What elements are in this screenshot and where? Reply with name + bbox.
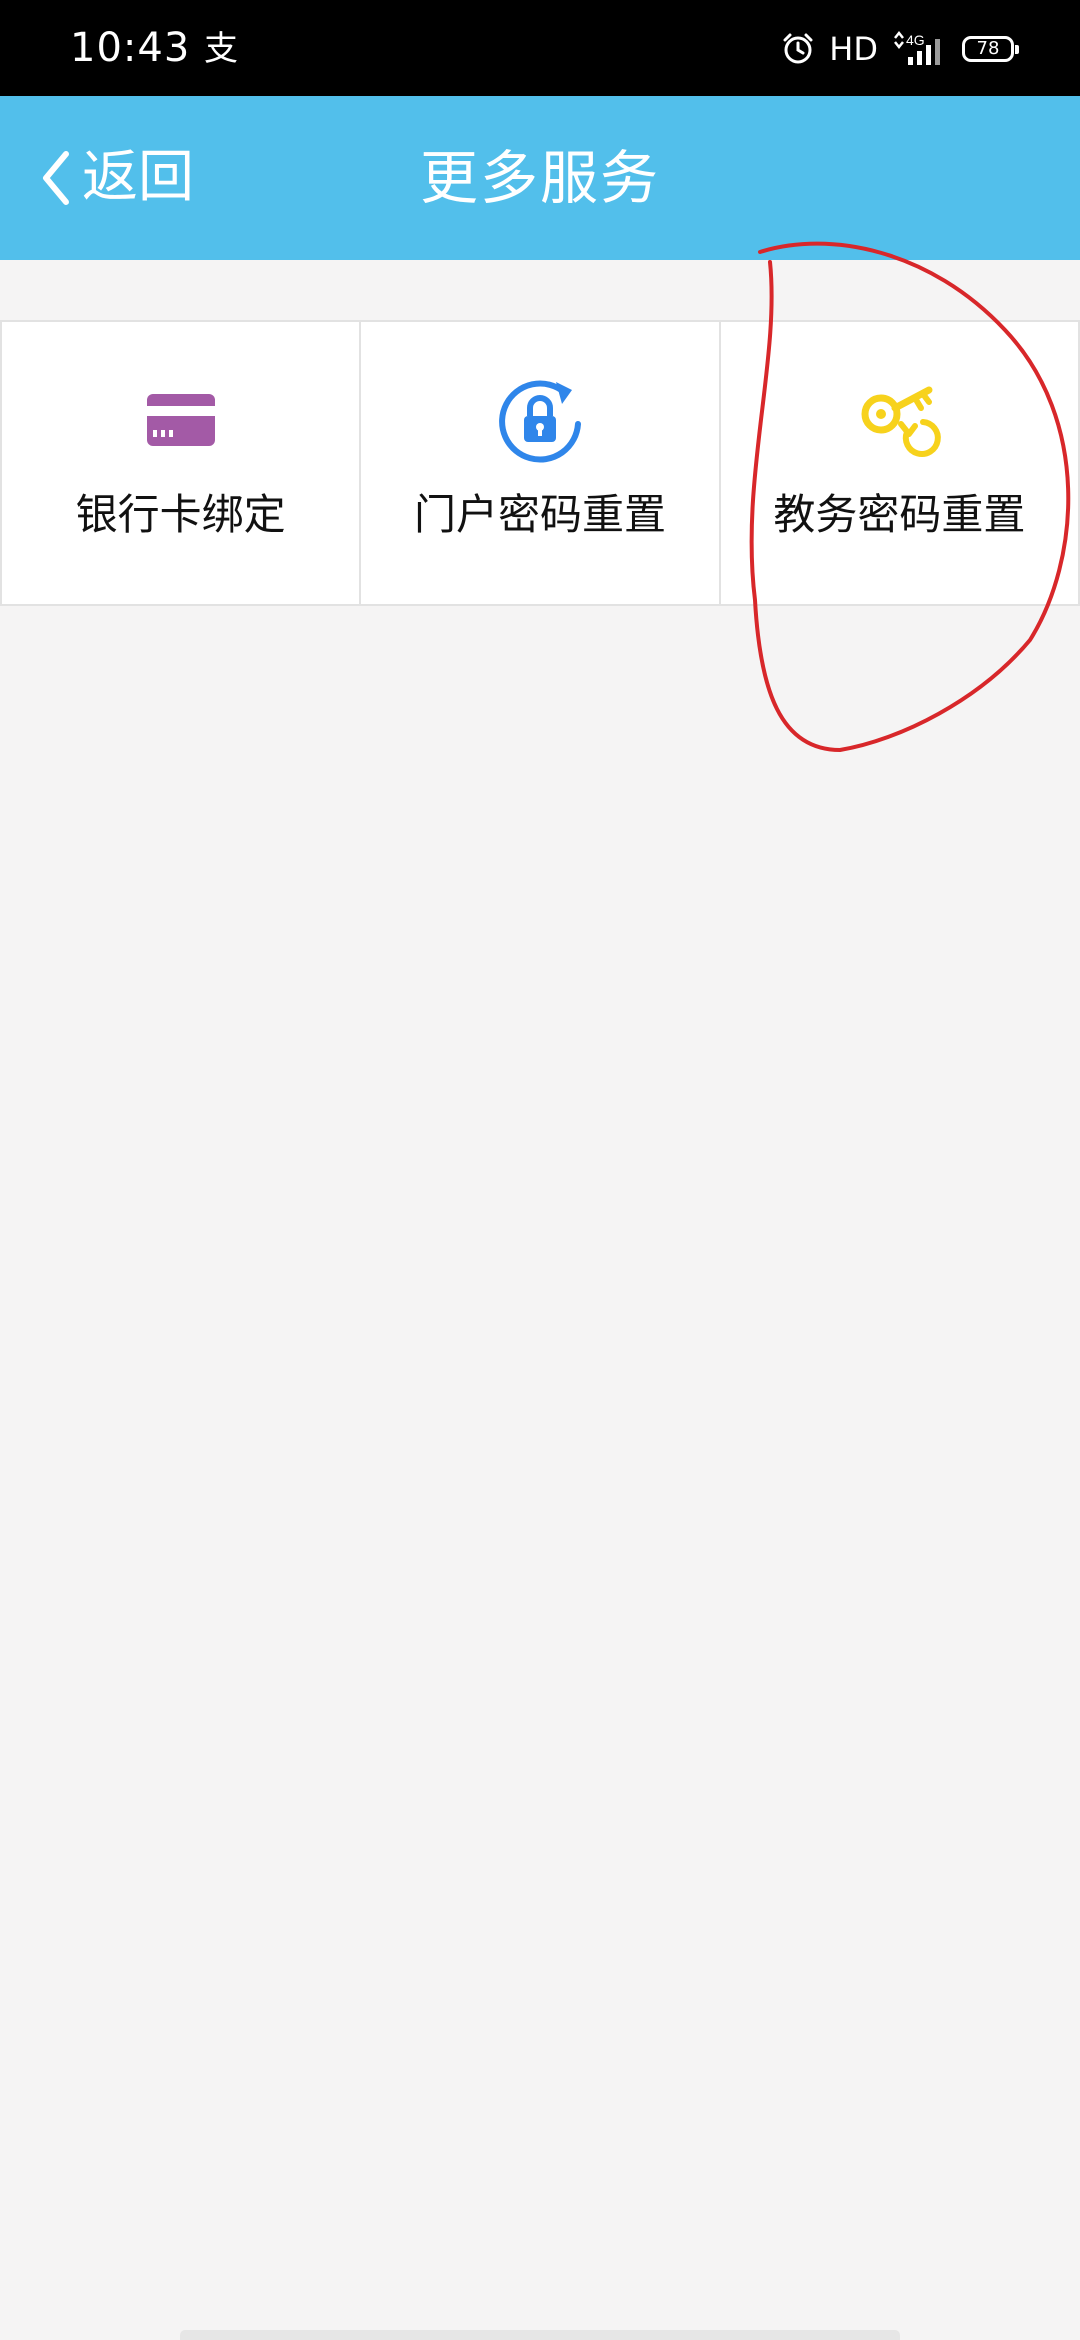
navigation-hint-bar [180, 2330, 900, 2340]
status-indicators: HD 4G 78 [781, 26, 1019, 72]
battery-icon: 78 [962, 36, 1019, 62]
battery-level: 78 [976, 38, 1000, 59]
bank-card-icon [146, 394, 215, 446]
service-bank-card-binding[interactable]: 银行卡绑定 [0, 322, 362, 604]
network-label: 4G [906, 32, 925, 48]
hd-label: HD [829, 30, 878, 68]
service-label-portal-password: 门户密码重置 [413, 490, 666, 539]
page-title: 更多服务 [419, 144, 660, 212]
service-label-bank-card: 银行卡绑定 [75, 490, 286, 539]
service-label-academic-password: 教务密码重置 [773, 490, 1026, 539]
title-bar: 返回 更多服务 [0, 96, 1080, 260]
service-grid: 银行卡绑定 门户密码重置 教务密码重置 [0, 320, 1080, 606]
alipay-notification-icon: 支 [204, 29, 238, 69]
status-bar: 10:43 支 HD 4G 78 [0, 0, 1080, 96]
lock-refresh-icon [499, 380, 581, 463]
status-time: 10:43 [70, 25, 191, 71]
key-refresh-icon [861, 386, 942, 457]
service-portal-password-reset[interactable]: 门户密码重置 [361, 322, 721, 604]
signal-bars-icon: 4G [894, 31, 940, 65]
service-academic-password-reset[interactable]: 教务密码重置 [721, 322, 1080, 604]
screen: 10:43 支 HD 4G 78 返回 更多服务 银行卡绑定 门户密码重置 教务… [0, 0, 1080, 2340]
alarm-clock-icon [783, 33, 813, 64]
